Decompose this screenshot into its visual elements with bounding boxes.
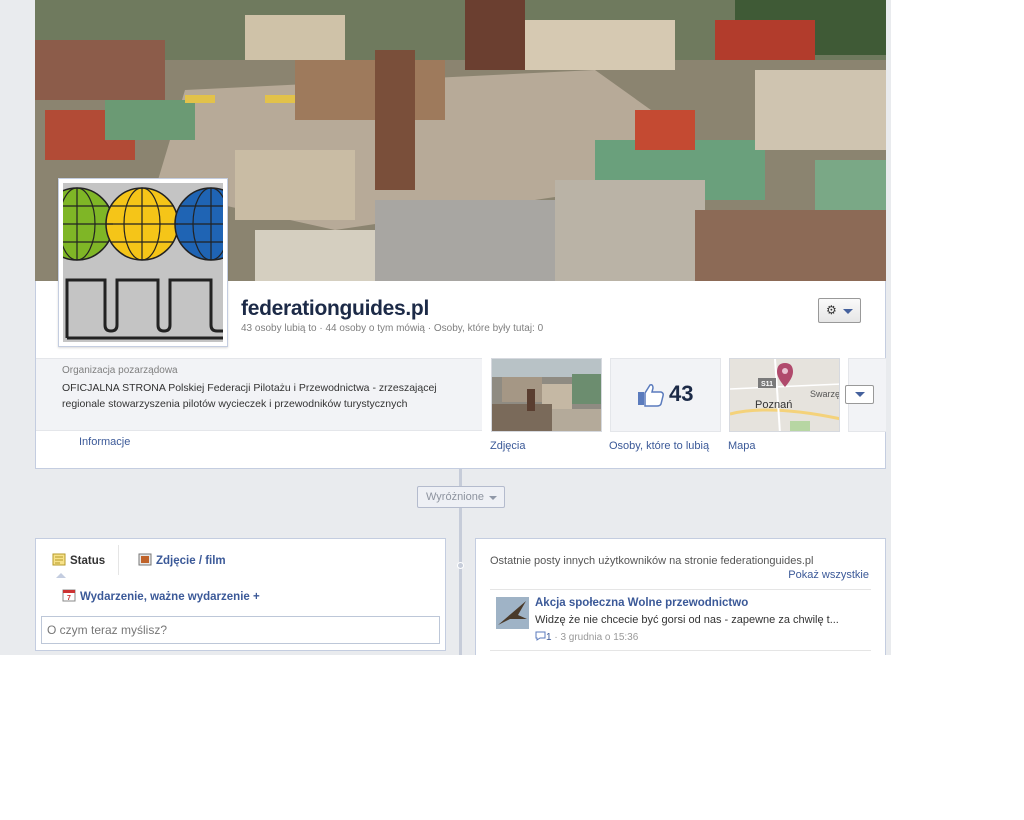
timeline-viewport: federationguides.pl 43 osoby lubią to · … — [0, 0, 891, 655]
highlights-label: Wyróżnione — [426, 491, 484, 503]
active-tab-indicator — [56, 573, 66, 578]
divider — [490, 589, 871, 590]
map-link[interactable]: Mapa — [728, 440, 756, 452]
about-section: Organizacja pozarządowa OFICJALNA STRONA… — [36, 358, 482, 431]
tab-divider — [118, 545, 119, 575]
map-image: S11 Poznań Swarzę — [730, 359, 840, 431]
comment-count[interactable]: 1 — [546, 632, 552, 643]
status-input[interactable] — [41, 616, 440, 644]
gear-icon: ⚙ — [826, 303, 837, 317]
highlights-dropdown[interactable]: Wyróżnione — [417, 486, 505, 508]
svg-text:7: 7 — [67, 595, 71, 602]
photos-link[interactable]: Zdjęcia — [490, 440, 525, 452]
tab-photo[interactable]: Zdjęcie / film — [138, 553, 226, 567]
federation-logo — [63, 183, 223, 342]
more-apps-button[interactable] — [845, 385, 874, 404]
photos-thumbnail-image — [492, 359, 601, 431]
post-snippet: Widzę że nie chcecie być gorsi od nas - … — [535, 614, 839, 626]
page-title[interactable]: federationguides.pl — [241, 297, 429, 321]
post-author-avatar[interactable] — [496, 597, 529, 629]
settings-button[interactable]: ⚙ — [818, 298, 861, 323]
page-stats: 43 osoby lubią to · 44 osoby o tym mówią… — [241, 323, 544, 334]
page-description: OFICJALNA STRONA Polskiej Federacji Pilo… — [62, 382, 437, 410]
likes-link[interactable]: Osoby, które to lubią — [609, 440, 709, 452]
tab-event[interactable]: 7 Wydarzenie, ważne wydarzenie + — [62, 589, 260, 603]
tab-status-label: Status — [70, 555, 106, 567]
recent-posts-box: Ostatnie posty innych użytkowników na st… — [475, 538, 886, 655]
tab-photo-label: Zdjęcie / film — [156, 555, 226, 567]
likes-count: 43 — [669, 381, 694, 406]
chevron-down-icon — [855, 392, 865, 397]
info-link[interactable]: Informacje — [79, 436, 130, 448]
status-note-icon — [52, 553, 66, 566]
chevron-down-icon — [843, 309, 853, 314]
page-category: Organizacja pozarządowa — [62, 365, 178, 376]
calendar-icon: 7 — [62, 589, 76, 602]
recent-posts-title: Ostatnie posty innych użytkowników na st… — [490, 555, 814, 567]
photo-icon — [138, 553, 152, 566]
chevron-down-icon — [489, 496, 497, 500]
tab-event-label: Wydarzenie, ważne wydarzenie + — [80, 591, 260, 603]
thumbs-up-icon — [638, 384, 664, 407]
post-composer: Status Zdjęcie / film 7 Wydarzenie, ważn… — [35, 538, 446, 651]
road-sign: S11 — [761, 381, 773, 388]
photos-thumbnail[interactable] — [491, 358, 602, 432]
post-meta: 1 · 3 grudnia o 15:36 — [535, 631, 638, 643]
bird-avatar-image — [496, 597, 529, 629]
map-thumbnail[interactable]: S11 Poznań Swarzę — [729, 358, 840, 432]
map-city-label: Poznań — [755, 399, 792, 411]
logo-image — [63, 183, 223, 342]
likes-thumbnail[interactable]: 43 — [610, 358, 721, 432]
tab-status[interactable]: Status — [52, 553, 105, 567]
profile-picture[interactable] — [58, 178, 228, 347]
comment-icon — [535, 631, 546, 641]
divider — [490, 650, 871, 651]
map-city-label-2: Swarzę — [810, 389, 840, 399]
post-title[interactable]: Akcja społeczna Wolne przewodnictwo — [535, 597, 748, 609]
show-all-link[interactable]: Pokaż wszystkie — [788, 569, 869, 581]
post-time[interactable]: · 3 grudnia o 15:36 — [554, 632, 638, 643]
timeline-dot — [457, 562, 464, 569]
left-margin — [0, 0, 35, 655]
